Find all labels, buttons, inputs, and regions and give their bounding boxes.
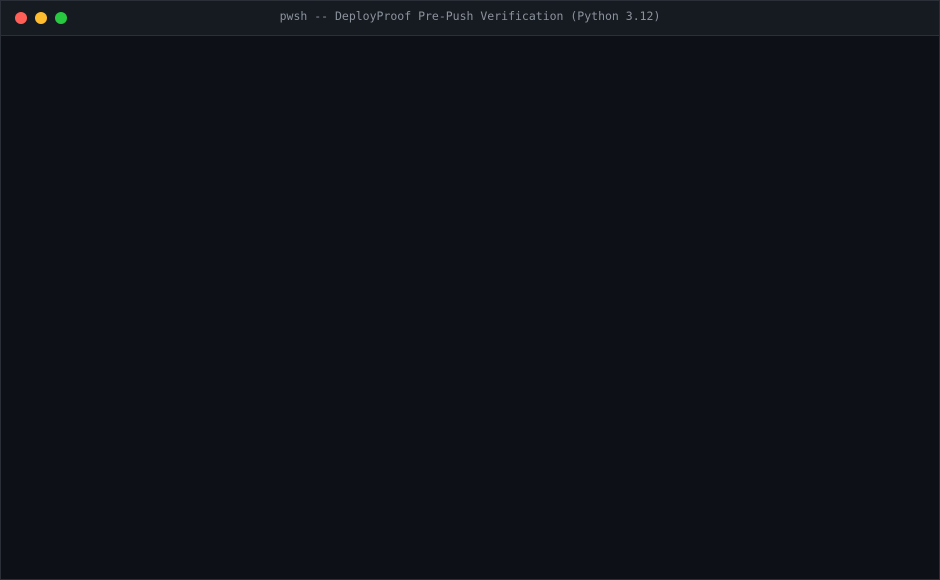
window-title: pwsh -- DeployProof Pre-Push Verificatio…: [279, 9, 661, 23]
terminal-window: pwsh -- DeployProof Pre-Push Verificatio…: [0, 0, 940, 580]
terminal-output-area[interactable]: [1, 36, 939, 579]
title-bar[interactable]: pwsh -- DeployProof Pre-Push Verificatio…: [1, 1, 939, 36]
